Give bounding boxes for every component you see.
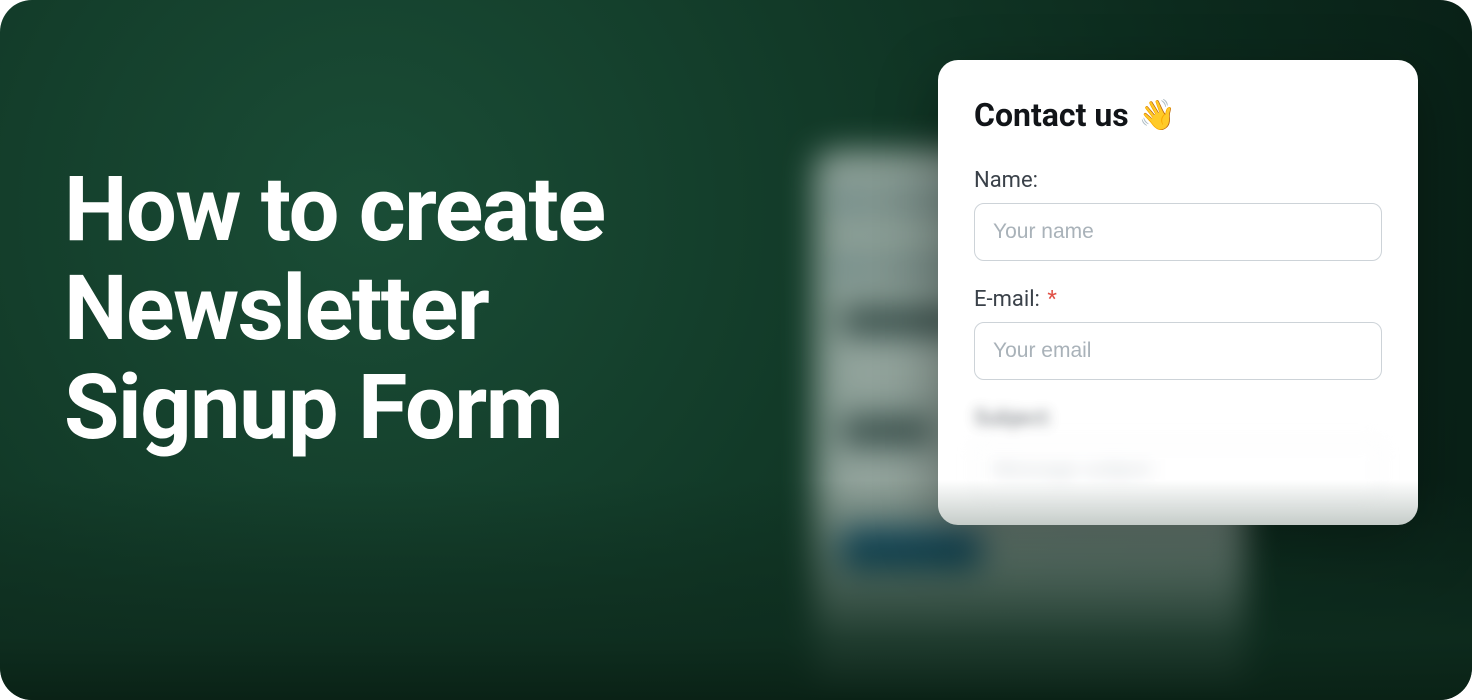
field-name: Name: [974,168,1382,261]
title-line-1: How to create [64,157,605,262]
subject-label: Subject: [974,406,1382,431]
email-input[interactable] [974,322,1382,380]
field-email: E-mail: * [974,287,1382,380]
email-label-text: E-mail: [974,287,1040,312]
hero-banner: How to create Newsletter Signup Form Con… [0,0,1472,700]
form-title-text: Contact us [974,96,1129,134]
contact-form-card: Contact us 👋 Name: E-mail: * Subject: [938,60,1418,525]
name-label: Name: [974,168,1382,193]
title-line-3: Signup Form [64,355,562,460]
page-title: How to create Newsletter Signup Form [64,160,824,457]
field-subject: Subject: [974,406,1382,499]
wave-icon: 👋 [1139,98,1176,133]
required-mark: * [1047,287,1056,312]
email-label: E-mail: * [974,287,1382,312]
subject-input[interactable] [974,441,1382,499]
title-line-2: Newsletter [64,256,488,361]
form-title: Contact us 👋 [974,96,1382,134]
name-input[interactable] [974,203,1382,261]
